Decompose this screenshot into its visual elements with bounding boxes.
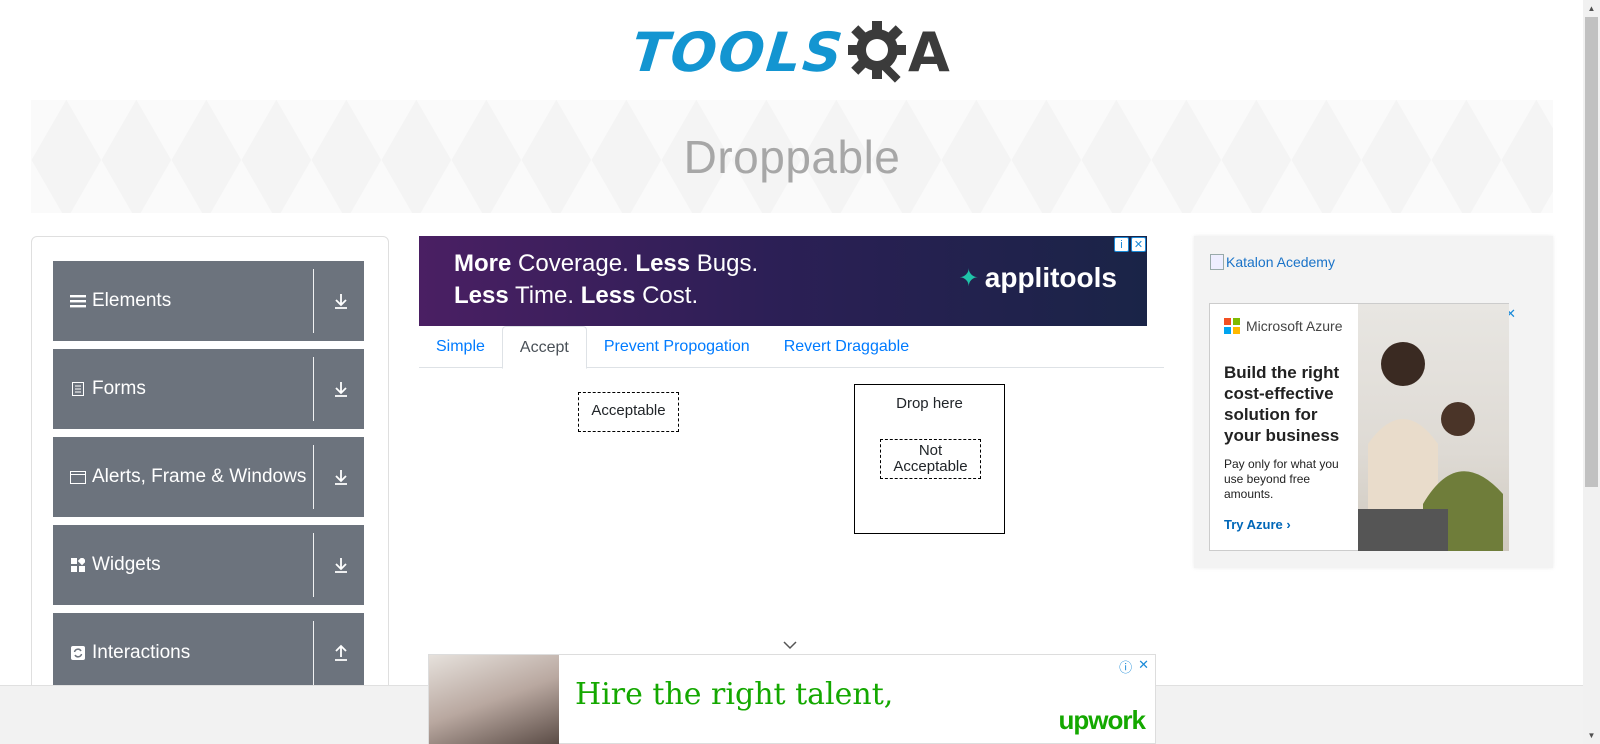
download-arrow-icon[interactable]: [328, 556, 354, 574]
page-banner: Droppable: [31, 100, 1553, 213]
sidebar-group-alerts[interactable]: Alerts, Frame & Windows: [53, 437, 364, 517]
logo-text-tools: TOOLS: [628, 20, 848, 84]
upwork-logo: upwork: [1058, 705, 1146, 735]
ad-banner-applitools[interactable]: More Coverage. Less Bugs. Less Time. Les…: [419, 236, 1147, 326]
sidebar: Elements Forms Alerts, Frame & Windows W…: [31, 236, 389, 744]
ad-controls: ⓘ ✕: [1119, 657, 1149, 676]
divider: [313, 357, 314, 421]
sidebar-group-label: Widgets: [92, 554, 161, 575]
upwork-ad-photo: [429, 655, 559, 744]
droppable-tabs: Simple Accept Prevent Propogation Revert…: [419, 326, 1164, 369]
page-title: Droppable: [683, 130, 901, 183]
broken-image-icon: [1210, 254, 1224, 270]
divider: [313, 269, 314, 333]
azure-headline: Build the right cost-effective solution …: [1224, 363, 1340, 445]
divider: [313, 445, 314, 509]
sidebar-group-forms[interactable]: Forms: [53, 349, 364, 429]
download-arrow-icon[interactable]: [328, 380, 354, 398]
katalon-ad-link[interactable]: Katalon Acedemy: [1210, 254, 1335, 270]
upload-arrow-icon[interactable]: [328, 644, 354, 662]
sidebar-group-widgets[interactable]: Widgets: [53, 525, 364, 605]
divider: [313, 621, 314, 685]
tab-revert-draggable[interactable]: Revert Draggable: [767, 326, 926, 368]
page: TOOLS A Droppable Elements Forms Alerts,…: [0, 0, 1600, 744]
download-arrow-icon[interactable]: [328, 292, 354, 310]
azure-ad-photo: [1358, 304, 1509, 551]
ad-controls: i ✕: [1114, 237, 1146, 252]
sidebar-group-label: Forms: [92, 378, 146, 399]
logo-text-a: A: [907, 20, 950, 84]
scrollbar-thumb[interactable]: [1585, 17, 1598, 487]
try-azure-link[interactable]: Try Azure ›: [1224, 517, 1291, 532]
ad-sidebar-right: Katalon Acedemy ⓘ ✕ Microsoft Azure Buil…: [1194, 236, 1553, 568]
chevron-down-icon[interactable]: [782, 638, 798, 652]
page-scrollbar[interactable]: ▲ ▼: [1583, 0, 1600, 744]
microsoft-azure-logo: Microsoft Azure: [1224, 318, 1342, 334]
sidebar-group-interactions[interactable]: Interactions: [53, 613, 364, 693]
microsoft-logo-icon: [1224, 318, 1240, 334]
upwork-headline: Hire the right talent,: [575, 677, 894, 712]
applitools-logo: ✦ applitools: [958, 262, 1117, 293]
ad-close-icon[interactable]: ✕: [1138, 657, 1149, 676]
ad-close-icon[interactable]: ✕: [1131, 237, 1146, 252]
ad-line-1: More Coverage. Less Bugs.: [454, 250, 759, 277]
toolsqa-logo[interactable]: TOOLS A: [628, 14, 950, 90]
scroll-up-icon[interactable]: ▲: [1583, 0, 1600, 17]
applitools-mark-icon: ✦: [958, 264, 979, 292]
tab-prevent-propogation[interactable]: Prevent Propogation: [587, 326, 767, 368]
acceptable-draggable[interactable]: Acceptable: [578, 392, 679, 432]
divider: [313, 533, 314, 597]
tab-simple[interactable]: Simple: [419, 326, 502, 368]
gear-icon: [847, 21, 906, 83]
not-acceptable-draggable[interactable]: Not Acceptable: [880, 439, 981, 479]
scroll-down-icon[interactable]: ▼: [1583, 727, 1600, 744]
refresh-icon: [70, 646, 86, 660]
ad-info-icon[interactable]: i: [1114, 237, 1129, 252]
tab-accept[interactable]: Accept: [501, 326, 587, 369]
window-icon: [70, 470, 86, 484]
sidebar-group-label: Interactions: [92, 642, 191, 663]
sidebar-group-elements[interactable]: Elements: [53, 261, 364, 341]
azure-ad[interactable]: Microsoft Azure Build the right cost-eff…: [1209, 303, 1509, 551]
azure-subtext: Pay only for what you use beyond free am…: [1224, 457, 1339, 501]
drop-target-label: Drop here: [896, 395, 963, 412]
document-icon: [70, 382, 86, 396]
drop-target[interactable]: Drop here Not Acceptable: [854, 384, 1005, 534]
download-arrow-icon[interactable]: [328, 468, 354, 486]
sidebar-group-label: Elements: [92, 290, 172, 311]
widgets-icon: [70, 558, 86, 572]
ad-line-2: Less Time. Less Cost.: [454, 282, 699, 309]
sidebar-group-label: Alerts, Frame & Windows: [92, 466, 307, 487]
ad-banner-upwork[interactable]: Hire the right talent, upwork ⓘ ✕: [428, 654, 1156, 744]
ad-info-icon[interactable]: ⓘ: [1119, 657, 1132, 676]
menu-icon: [70, 294, 86, 308]
